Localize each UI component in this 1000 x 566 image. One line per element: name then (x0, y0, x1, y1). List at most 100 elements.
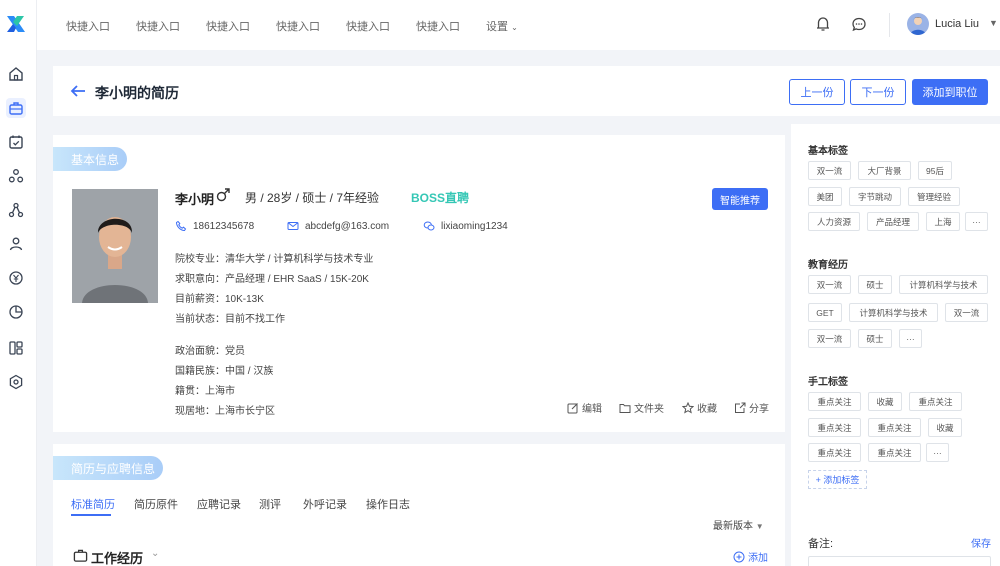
add-to-position-button[interactable]: 添加到职位 (912, 79, 988, 105)
tag-chip[interactable]: 重点关注 (868, 443, 921, 462)
manual-tags-title: 手工标签 (808, 377, 848, 388)
candidate-summary: 男 / 28岁 / 硕士 / 7年经验 (245, 191, 380, 205)
current-status: 当前状态：目前不找工作 (175, 314, 285, 325)
add-tag-button[interactable]: + 添加标签 (808, 470, 867, 489)
edit-button[interactable]: 编辑 (567, 400, 602, 415)
tag-chip[interactable]: 95后 (918, 161, 952, 180)
quick-link[interactable]: 快捷入口 (136, 18, 180, 34)
phone-contact[interactable]: 18612345678 (175, 220, 254, 232)
tag-chip[interactable]: GET (808, 303, 842, 322)
user-name[interactable]: Lucia Liu (935, 18, 979, 30)
more-tags-button[interactable]: ··· (899, 329, 922, 348)
edit-label: 编辑 (582, 404, 602, 415)
home-icon[interactable] (6, 64, 26, 84)
tag-chip[interactable]: 双一流 (808, 329, 851, 348)
bell-icon[interactable] (814, 15, 832, 33)
quick-link[interactable]: 快捷入口 (416, 18, 460, 34)
tab-assessment[interactable]: 测评 (259, 496, 281, 512)
plus-circle-icon (733, 551, 745, 562)
tag-chip[interactable]: 重点关注 (808, 418, 861, 437)
tag-chip[interactable]: 硕士 (858, 275, 892, 294)
next-button[interactable]: 下一份 (850, 79, 906, 105)
tag-chip[interactable]: 计算机科学与技术 (899, 275, 988, 294)
app-logo[interactable] (4, 12, 28, 36)
quick-link[interactable]: 快捷入口 (276, 18, 320, 34)
version-label: 最新版本 (713, 521, 753, 532)
tag-chip[interactable]: 重点关注 (909, 392, 962, 411)
calendar-icon[interactable] (6, 132, 26, 152)
tag-chip[interactable]: 美团 (808, 187, 842, 206)
salary-icon[interactable] (6, 268, 26, 288)
star-icon (682, 401, 694, 414)
tag-chip[interactable]: 计算机科学与技术 (849, 303, 938, 322)
tag-chip[interactable]: 大厂背景 (858, 161, 911, 180)
email-contact[interactable]: abcdefg@163.com (287, 220, 389, 232)
tab-application-records[interactable]: 应聘记录 (197, 496, 241, 512)
tag-chip[interactable]: 硕士 (858, 329, 892, 348)
tag-chip[interactable]: 管理经验 (908, 187, 960, 206)
share-button[interactable]: 分享 (734, 400, 769, 415)
tab-operation-log[interactable]: 操作日志 (366, 496, 410, 512)
chevron-down-icon[interactable]: ⌄ (151, 548, 159, 559)
tab-original-resume[interactable]: 简历原件 (134, 496, 178, 512)
back-arrow-icon[interactable] (69, 82, 87, 100)
wechat-contact[interactable]: lixiaoming1234 (423, 220, 508, 232)
work-experience-title: 工作经历 (91, 551, 144, 566)
phone-number: 18612345678 (193, 220, 255, 232)
caret-down-icon: ▼ (755, 522, 764, 531)
quick-link[interactable]: 快捷入口 (66, 18, 110, 34)
org-tree-icon[interactable] (6, 200, 26, 220)
briefcase-icon[interactable] (6, 98, 26, 118)
save-note-button[interactable]: 保存 (971, 535, 991, 550)
caret-down-icon[interactable]: ▼ (989, 18, 998, 28)
tag-chip[interactable]: 双一流 (945, 303, 988, 322)
tag-chip[interactable]: 重点关注 (808, 443, 861, 462)
user-avatar[interactable] (907, 13, 929, 35)
male-icon (216, 188, 230, 202)
sidebar (0, 0, 37, 566)
more-tags-button[interactable]: ··· (926, 443, 949, 462)
tags-panel: 基本标签 双一流 大厂背景 95后 美团 字节跳动 管理经验 人力资源 产品经理… (791, 124, 1000, 566)
tag-chip[interactable]: 双一流 (808, 161, 851, 180)
tag-chip[interactable]: 上海 (926, 212, 960, 231)
tag-chip[interactable]: 收藏 (868, 392, 902, 411)
pie-chart-icon[interactable] (6, 302, 26, 322)
tag-chip[interactable]: 人力资源 (808, 212, 860, 231)
page-header: 李小明的简历 上一份 下一份 添加到职位 (53, 66, 1000, 116)
people-icon[interactable] (6, 234, 26, 254)
wechat-icon (423, 221, 435, 231)
version-select[interactable]: 最新版本 ▼ (713, 517, 764, 532)
chat-icon[interactable] (850, 15, 868, 33)
favorite-button[interactable]: 收藏 (682, 400, 717, 415)
candidate-name: 李小明 (175, 192, 215, 207)
note-input[interactable] (808, 556, 991, 566)
tag-chip[interactable]: 字节跳动 (849, 187, 901, 206)
tab-standard-resume[interactable]: 标准简历 (71, 496, 115, 512)
tag-chip[interactable]: 重点关注 (868, 418, 921, 437)
quick-link[interactable]: 快捷入口 (206, 18, 250, 34)
residence: 现居地：上海市长宁区 (175, 406, 275, 417)
favorite-label: 收藏 (697, 404, 717, 415)
edit-icon (567, 402, 578, 413)
active-tab-indicator (71, 514, 111, 516)
job-intention: 求职意向：产品经理 / EHR SaaS / 15K-20K (175, 274, 369, 285)
settings-hex-icon[interactable] (6, 372, 26, 392)
chevron-down-icon: ⌄ (511, 23, 518, 32)
candidate-photo (72, 189, 158, 303)
tag-chip[interactable]: 双一流 (808, 275, 851, 294)
tag-chip[interactable]: 重点关注 (808, 392, 861, 411)
smart-recommend-button[interactable]: 智能推荐 (712, 188, 768, 210)
tab-call-records[interactable]: 外呼记录 (303, 496, 347, 512)
settings-menu[interactable]: 设置 ⌄ (486, 18, 518, 34)
add-work-button[interactable]: 添加 (733, 549, 768, 564)
more-tags-button[interactable]: ··· (965, 212, 988, 231)
tag-chip[interactable]: 产品经理 (867, 212, 919, 231)
folder-label: 文件夹 (634, 404, 664, 415)
prev-button[interactable]: 上一份 (789, 79, 845, 105)
dashboard-icon[interactable] (6, 338, 26, 358)
quick-link[interactable]: 快捷入口 (346, 18, 390, 34)
folder-button[interactable]: 文件夹 (619, 400, 664, 415)
tag-chip[interactable]: 收藏 (928, 418, 962, 437)
cluster-icon[interactable] (6, 166, 26, 186)
folder-icon (619, 403, 631, 413)
